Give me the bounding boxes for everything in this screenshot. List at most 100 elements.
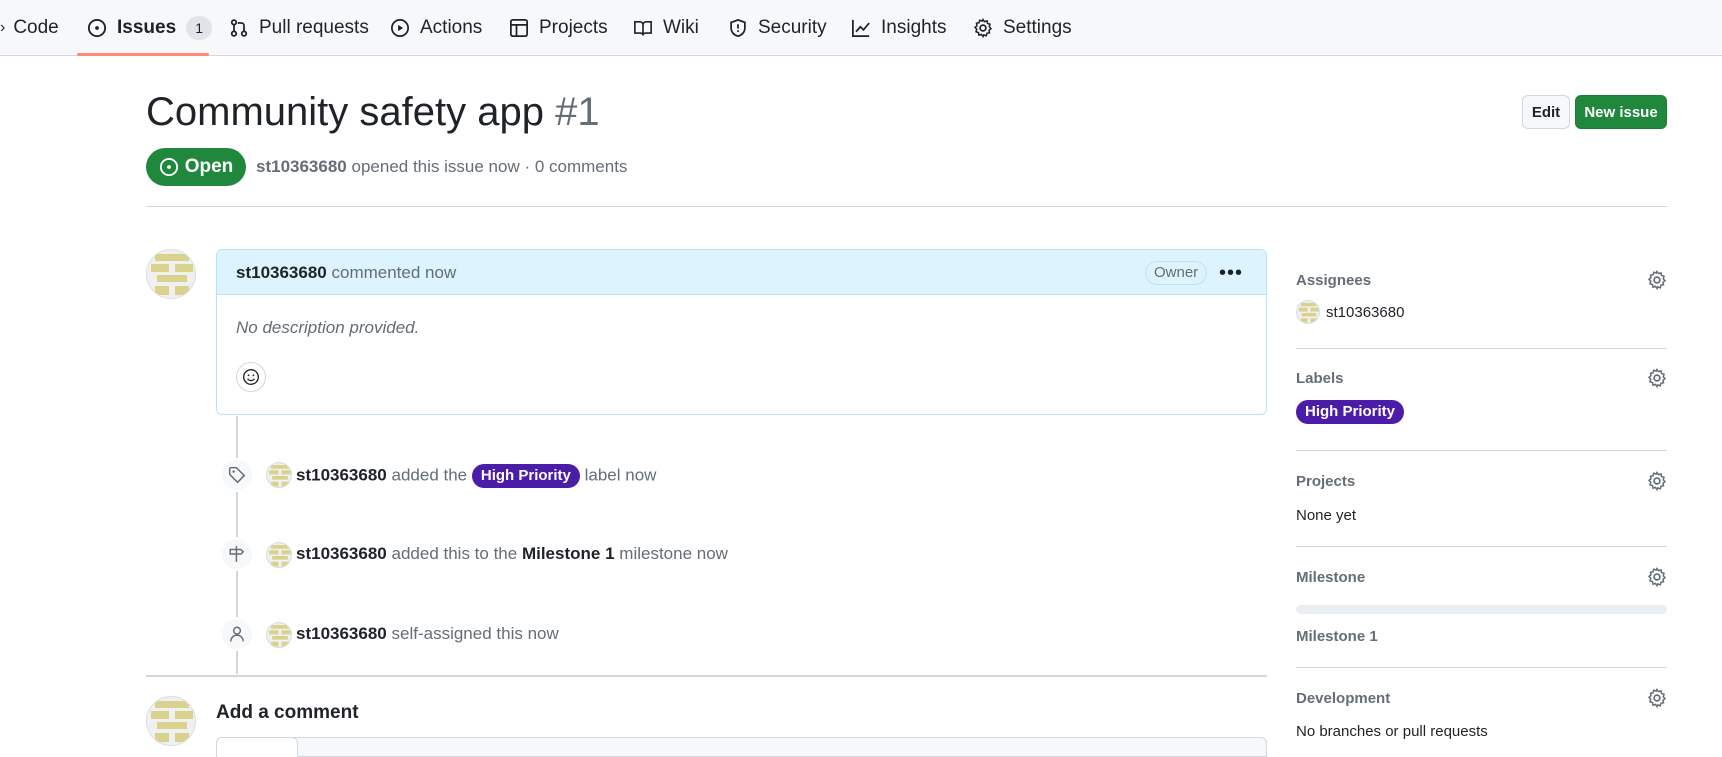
gear-icon[interactable] (1647, 270, 1667, 290)
event-text: added the (391, 465, 468, 485)
issue-opened-icon (87, 18, 107, 37)
tab-label: Actions (420, 16, 483, 38)
tab-write[interactable] (216, 737, 298, 757)
event-actor-link[interactable]: st10363680 (296, 624, 387, 643)
milestone-link[interactable]: Milestone 1 (522, 544, 615, 563)
timeline-divider (146, 675, 1267, 677)
event-actor-link[interactable]: st10363680 (296, 465, 387, 484)
milestone-link[interactable]: Milestone 1 (1296, 628, 1378, 645)
tab-label: Insights (881, 16, 947, 38)
avatar[interactable] (146, 696, 196, 746)
shield-icon (730, 18, 746, 37)
play-icon (391, 18, 409, 37)
event-actor-link[interactable]: st10363680 (296, 544, 387, 563)
person-icon (220, 617, 254, 651)
sidebar-divider (1296, 667, 1667, 668)
sidebar-divider (1296, 450, 1667, 451)
sidebar-title: Milestone (1296, 569, 1366, 586)
issue-state-badge: Open (146, 148, 246, 186)
sidebar-divider (1296, 348, 1667, 349)
add-comment-heading: Add a comment (216, 702, 359, 723)
active-tab-indicator (77, 53, 209, 56)
book-icon (634, 20, 652, 36)
issue-title-text: Community safety app (146, 90, 544, 134)
gear-icon[interactable] (1647, 368, 1667, 388)
event-text: self-assigned this now (391, 624, 559, 643)
tab-label: Settings (1003, 16, 1072, 38)
identicon-icon (151, 701, 193, 742)
comment-author-link[interactable]: st10363680 (236, 263, 327, 282)
issue-meta-text: opened this issue now · 0 comments (351, 157, 628, 176)
timeline-event-label: st10363680 added the High Priority label… (296, 464, 656, 488)
label-high-priority[interactable]: High Priority (1296, 400, 1405, 424)
tab-wiki[interactable]: Wiki (633, 0, 699, 55)
sidebar-projects: Projects None yet (1296, 471, 1667, 531)
tab-code[interactable]: › Code (0, 0, 59, 55)
tab-projects[interactable]: Projects (509, 0, 608, 55)
issue-opened-icon (159, 157, 178, 177)
avatar[interactable] (1296, 300, 1320, 324)
comment-author-line: st10363680 commented now (236, 263, 456, 283)
identicon-icon (269, 465, 291, 487)
identicon-icon (1298, 302, 1319, 323)
tab-label: Security (758, 16, 827, 38)
smiley-icon (243, 369, 259, 385)
tab-label: Projects (539, 16, 608, 38)
sidebar-title: Development (1296, 690, 1391, 707)
new-issue-button[interactable]: New issue (1575, 95, 1667, 129)
sidebar-title: Labels (1296, 370, 1344, 387)
comment-header: st10363680 commented now Owner ••• (217, 250, 1266, 295)
issue-title: Community safety app #1 (146, 90, 600, 135)
event-text: added this to the (391, 544, 518, 563)
sidebar-divider (1296, 546, 1667, 547)
issue-state-label: Open (184, 156, 234, 177)
identicon-icon (269, 545, 291, 567)
tab-actions[interactable]: Actions (390, 0, 482, 55)
repo-nav: › Code Issues 1 Pull requests Actions Pr… (0, 0, 1722, 56)
graph-icon (852, 19, 870, 37)
comment-card: st10363680 commented now Owner ••• No de… (216, 249, 1267, 415)
avatar[interactable] (266, 462, 292, 488)
header-divider (146, 206, 1667, 207)
kebab-horizontal-icon[interactable]: ••• (1219, 262, 1243, 285)
gear-icon[interactable] (1647, 688, 1667, 708)
comment-editor-toolbar (216, 737, 1267, 757)
event-text: milestone now (619, 544, 728, 563)
avatar[interactable] (266, 542, 292, 568)
comment-body: No description provided. (236, 318, 420, 337)
sidebar-development: Development No branches or pull requests (1296, 688, 1667, 740)
tab-security[interactable]: Security (728, 0, 827, 55)
tab-label: Pull requests (259, 16, 369, 38)
milestone-progress-bar (1296, 605, 1667, 614)
tab-label: Wiki (663, 16, 699, 38)
timeline-event-assign: st10363680 self-assigned this now (296, 624, 559, 644)
gear-icon[interactable] (1647, 567, 1667, 587)
sidebar-assignees: Assignees st10363680 (1296, 270, 1667, 340)
gear-icon[interactable] (1647, 471, 1667, 491)
tab-pull-requests[interactable]: Pull requests (229, 0, 369, 55)
projects-value: None yet (1296, 507, 1357, 524)
avatar[interactable] (146, 249, 196, 299)
tab-label: Issues (117, 16, 177, 38)
edit-button[interactable]: Edit (1522, 95, 1570, 129)
identicon-icon (151, 254, 193, 295)
issue-author-link[interactable]: st10363680 (256, 157, 347, 176)
table-icon (510, 18, 528, 37)
label-high-priority[interactable]: High Priority (471, 464, 580, 488)
add-reaction-button[interactable] (236, 362, 266, 392)
milestone-icon (220, 537, 254, 571)
owner-badge: Owner (1145, 261, 1208, 285)
assignee-link[interactable]: st10363680 (1326, 304, 1404, 321)
issue-meta: st10363680 opened this issue now · 0 com… (256, 157, 627, 177)
development-value: No branches or pull requests (1296, 723, 1488, 740)
avatar[interactable] (266, 622, 292, 648)
pull-request-icon (230, 18, 248, 37)
tab-insights[interactable]: Insights (851, 0, 946, 55)
sidebar-title: Projects (1296, 473, 1356, 490)
code-icon: › (0, 18, 6, 36)
sidebar-labels: Labels High Priority (1296, 368, 1667, 438)
tab-issues[interactable]: Issues 1 (87, 0, 213, 55)
tab-settings[interactable]: Settings (973, 0, 1072, 55)
comment-timestamp[interactable]: commented now (332, 263, 457, 282)
identicon-icon (269, 625, 291, 647)
